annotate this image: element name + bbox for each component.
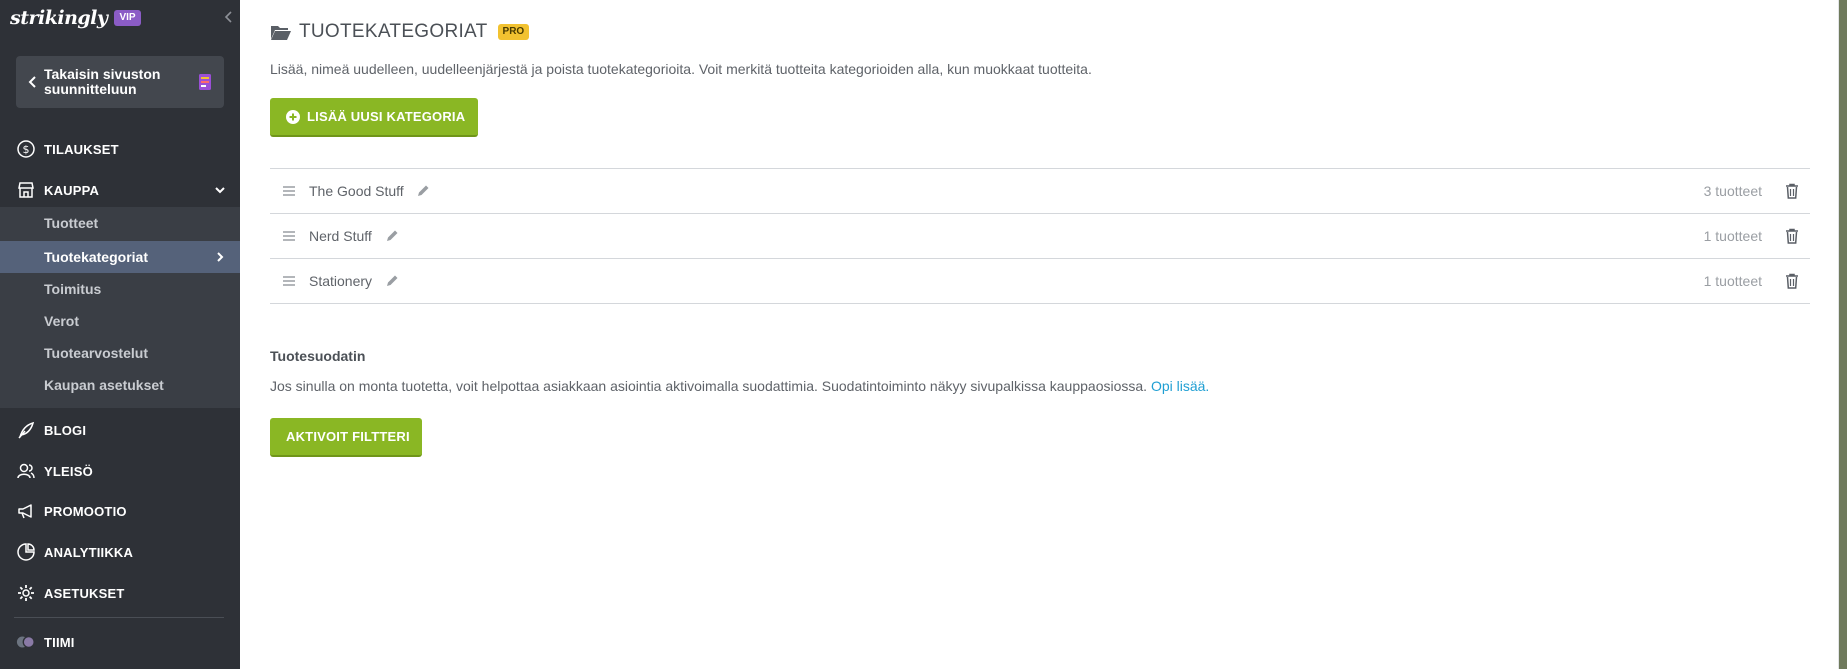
category-product-count: 1 tuotteet xyxy=(1703,228,1762,244)
drag-handle-icon[interactable] xyxy=(282,185,296,197)
submenu-item-tuotekategoriat[interactable]: Tuotekategoriat xyxy=(0,241,240,273)
trash-icon[interactable] xyxy=(1785,228,1799,244)
page-title: TUOTEKATEGORIAT xyxy=(299,21,488,42)
main-content: TUOTEKATEGORIAT PRO Lisää, nimeä uudelle… xyxy=(270,0,1810,669)
pie-chart-icon xyxy=(16,542,36,562)
submenu-item-toimitus[interactable]: Toimitus xyxy=(0,273,240,305)
back-to-editor-label: Takaisin sivuston suunnitteluun xyxy=(44,66,161,97)
brand[interactable]: strikingly VIP xyxy=(10,6,141,30)
window-edge xyxy=(1839,0,1847,669)
category-name: Stationery xyxy=(309,273,373,289)
megaphone-icon xyxy=(16,501,36,521)
sidebar: strikingly VIP Takaisin sivuston suunnit… xyxy=(0,0,240,669)
chevron-right-icon xyxy=(217,252,224,262)
pro-badge: PRO xyxy=(497,24,530,40)
category-row: Stationery 1 tuotteet xyxy=(270,259,1810,304)
nav-label: TIIMI xyxy=(44,634,75,650)
category-product-count: 3 tuotteet xyxy=(1703,183,1762,199)
activate-filter-button[interactable]: AKTIVOIT FILTTERI xyxy=(270,418,422,457)
nav-item-blogi[interactable]: BLOGI xyxy=(0,410,240,450)
chevron-left-icon xyxy=(28,76,36,88)
plus-circle-icon xyxy=(286,109,300,124)
nav-item-tiimi[interactable]: TIIMI xyxy=(0,622,240,662)
activate-filter-label: AKTIVOIT FILTTERI xyxy=(286,429,410,444)
nav-label: KAUPPA xyxy=(44,182,100,198)
store-icon xyxy=(16,180,36,200)
trash-icon[interactable] xyxy=(1785,273,1799,289)
sidebar-divider xyxy=(14,617,224,618)
submenu-item-kaupan-asetukset[interactable]: Kaupan asetukset xyxy=(0,369,240,401)
submenu-item-tuotteet[interactable]: Tuotteet xyxy=(0,207,240,239)
submenu-item-tuotearvostelut[interactable]: Tuotearvostelut xyxy=(0,337,240,369)
chevron-down-icon xyxy=(215,187,225,194)
nav-label: ASETUKSET xyxy=(44,585,125,601)
team-avatars-icon xyxy=(16,632,36,652)
drag-handle-icon[interactable] xyxy=(282,275,296,287)
feather-icon xyxy=(16,420,36,440)
category-product-count: 1 tuotteet xyxy=(1703,273,1762,289)
submenu-label: Tuotteet xyxy=(44,215,99,231)
filter-description: Jos sinulla on monta tuotetta, voit help… xyxy=(270,378,1209,394)
folder-open-icon xyxy=(271,26,291,40)
nav-label: BLOGI xyxy=(44,422,87,438)
filter-section-title: Tuotesuodatin xyxy=(270,348,366,364)
learn-more-link[interactable]: Opi lisää. xyxy=(1151,378,1209,394)
editor-page-icon xyxy=(199,74,211,90)
category-row: Nerd Stuff 1 tuotteet xyxy=(270,214,1810,259)
dollar-circle-icon: $ xyxy=(16,139,36,159)
page-description: Lisää, nimeä uudelleen, uudelleenjärjest… xyxy=(270,61,1092,77)
submenu-label: Tuotearvostelut xyxy=(44,345,148,361)
trash-icon[interactable] xyxy=(1785,183,1799,199)
nav-label: ANALYTIIKKA xyxy=(44,544,134,560)
nav-item-promootio[interactable]: PROMOOTIO xyxy=(0,491,240,531)
gear-icon xyxy=(16,583,36,603)
submenu-label: Kaupan asetukset xyxy=(44,377,164,393)
submenu-label: Toimitus xyxy=(44,281,102,297)
category-list: The Good Stuff 3 tuotteet Nerd Stuff 1 t… xyxy=(270,168,1810,304)
nav-item-yleiso[interactable]: YLEISÖ xyxy=(0,451,240,491)
collapse-sidebar-icon[interactable] xyxy=(222,10,236,24)
nav-label: YLEISÖ xyxy=(44,463,93,479)
add-category-button[interactable]: LISÄÄ UUSI KATEGORIA xyxy=(270,98,478,137)
page-header: TUOTEKATEGORIAT PRO xyxy=(270,20,530,44)
category-row: The Good Stuff 3 tuotteet xyxy=(270,169,1810,214)
submenu-item-verot[interactable]: Verot xyxy=(0,305,240,337)
pencil-icon[interactable] xyxy=(385,229,399,243)
category-name: Nerd Stuff xyxy=(309,228,372,244)
nav-label: TILAUKSET xyxy=(44,141,119,157)
pencil-icon[interactable] xyxy=(385,274,399,288)
drag-handle-icon[interactable] xyxy=(282,230,296,242)
submenu-label: Verot xyxy=(44,313,80,329)
kauppa-submenu: Tuotteet Tuotekategoriat Toimitus Verot … xyxy=(0,207,240,408)
filter-description-text: Jos sinulla on monta tuotetta, voit help… xyxy=(270,378,1148,394)
nav-label: PROMOOTIO xyxy=(44,503,127,519)
nav-item-kauppa[interactable]: KAUPPA xyxy=(0,170,240,210)
nav-item-analytiikka[interactable]: ANALYTIIKKA xyxy=(0,532,240,572)
nav-item-asetukset[interactable]: ASETUKSET xyxy=(0,573,240,613)
brand-logo: strikingly xyxy=(10,7,108,29)
add-category-label: LISÄÄ UUSI KATEGORIA xyxy=(307,109,466,124)
pencil-icon[interactable] xyxy=(416,184,430,198)
submenu-label: Tuotekategoriat xyxy=(44,249,148,265)
back-to-editor-button[interactable]: Takaisin sivuston suunnitteluun xyxy=(16,56,224,108)
vip-badge: VIP xyxy=(114,10,141,26)
users-icon xyxy=(16,461,36,481)
category-name: The Good Stuff xyxy=(309,183,404,199)
nav-item-tilaukset[interactable]: $ TILAUKSET xyxy=(0,129,240,169)
svg-text:$: $ xyxy=(23,143,30,156)
